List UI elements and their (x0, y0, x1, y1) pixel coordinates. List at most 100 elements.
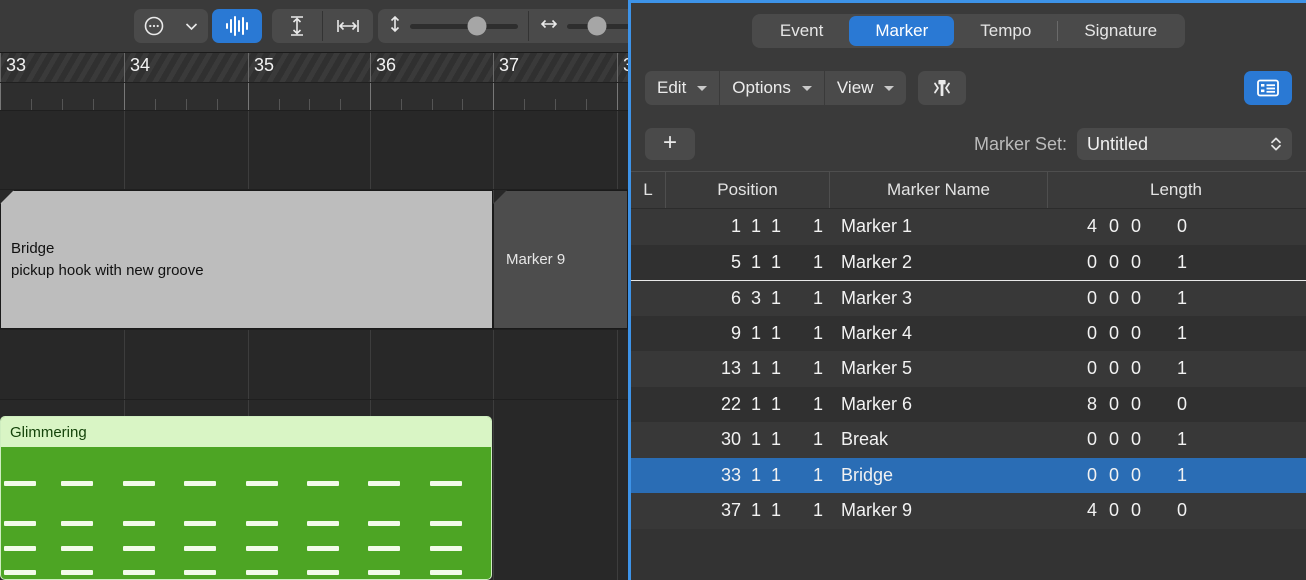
cell-marker-name[interactable]: Marker 9 (829, 500, 1047, 521)
position-beat-value: 1 (741, 216, 761, 237)
track-lanes[interactable]: Bridge pickup hook with new groove Marke… (0, 110, 628, 580)
marker-list-editor: Event Marker Tempo Signature Edit Opti (628, 0, 1306, 580)
cell-position[interactable]: 5111 (665, 252, 829, 273)
cell-position[interactable]: 6311 (665, 288, 829, 309)
lane-divider (0, 399, 628, 400)
midi-note (430, 521, 462, 526)
add-marker-button[interactable]: + (645, 128, 695, 160)
menu-options[interactable]: Options (720, 71, 824, 105)
cell-position[interactable]: 1111 (665, 216, 829, 237)
cell-position[interactable]: 13111 (665, 358, 829, 379)
table-row[interactable]: 1111Marker 14000 (631, 209, 1306, 245)
position-bar-value: 5 (717, 252, 741, 273)
cell-marker-name[interactable]: Marker 4 (829, 323, 1047, 344)
cell-length[interactable]: 0001 (1047, 323, 1304, 344)
app-root: 33 34 35 36 37 3 (0, 0, 1306, 580)
vertical-zoom-slider[interactable] (378, 9, 528, 43)
list-view-button[interactable] (1244, 71, 1292, 105)
circle-ellipsis-icon[interactable] (134, 9, 174, 43)
cell-marker-name[interactable]: Marker 5 (829, 358, 1047, 379)
cell-position[interactable]: 37111 (665, 500, 829, 521)
vertical-slider-knob[interactable] (467, 17, 486, 36)
table-row[interactable]: 9111Marker 40001 (631, 316, 1306, 352)
horizontal-zoom-slider[interactable] (529, 9, 628, 43)
position-bar-value: 1 (717, 216, 741, 237)
cell-length[interactable]: 4000 (1047, 216, 1304, 237)
beat-tick (555, 99, 556, 110)
midi-note (184, 521, 216, 526)
cell-length[interactable]: 8000 (1047, 394, 1304, 415)
cell-marker-name[interactable]: Marker 1 (829, 216, 1047, 237)
horizontal-slider-knob[interactable] (588, 17, 607, 36)
bar-number: 35 (250, 56, 274, 74)
ruler-subdivision-strip[interactable] (0, 83, 628, 110)
table-row[interactable]: 13111Marker 50001 (631, 351, 1306, 387)
marker-set-row: + Marker Set: Untitled (631, 117, 1306, 171)
cell-length[interactable]: 0001 (1047, 358, 1304, 379)
tab-tempo[interactable]: Tempo (954, 16, 1057, 46)
horizontal-slider-track[interactable] (567, 24, 628, 29)
bar-subtick (493, 83, 494, 110)
midi-note (246, 481, 278, 486)
marker-region-marker-9[interactable]: Marker 9 (493, 190, 628, 329)
table-row[interactable]: 37111Marker 94000 (631, 493, 1306, 529)
cell-marker-name[interactable]: Break (829, 429, 1047, 450)
vertical-arrows-icon (388, 14, 402, 39)
arrange-toolbar (0, 0, 628, 52)
cell-length[interactable]: 0001 (1047, 465, 1304, 486)
length-a-value: 0 (1075, 288, 1097, 309)
cell-length[interactable]: 4000 (1047, 500, 1304, 521)
tab-event[interactable]: Event (754, 16, 849, 46)
length-b-value: 0 (1097, 252, 1119, 273)
marker-region-subtitle: pickup hook with new groove (11, 260, 492, 282)
bar-ruler[interactable]: 33 34 35 36 37 3 (0, 52, 628, 110)
midi-note-canvas[interactable] (1, 447, 491, 579)
catch-playhead-button[interactable] (918, 71, 966, 105)
column-header-name[interactable]: Marker Name (829, 172, 1047, 208)
cell-position[interactable]: 9111 (665, 323, 829, 344)
cell-marker-name[interactable]: Marker 3 (829, 288, 1047, 309)
lane-divider (0, 329, 628, 330)
cell-length[interactable]: 0001 (1047, 252, 1304, 273)
position-div-value: 1 (761, 216, 781, 237)
ruler-hatch-strip[interactable]: 33 34 35 36 37 3 (0, 53, 628, 83)
table-row[interactable]: 33111Bridge0001 (631, 458, 1306, 494)
chevron-down-icon[interactable] (174, 9, 208, 43)
waveform-icon (224, 15, 250, 37)
cell-marker-name[interactable]: Bridge (829, 465, 1047, 486)
cell-position[interactable]: 22111 (665, 394, 829, 415)
table-row[interactable]: 5111Marker 20001 (631, 245, 1306, 281)
midi-region-glimmering[interactable]: Glimmering (0, 416, 492, 580)
table-row[interactable]: 22111Marker 68000 (631, 387, 1306, 423)
vertical-slider-track[interactable] (410, 24, 518, 29)
midi-note (368, 546, 400, 551)
table-row[interactable]: 30111Break0001 (631, 422, 1306, 458)
position-div-value: 1 (761, 500, 781, 521)
marker-set-popup[interactable]: Untitled (1077, 128, 1292, 160)
cell-position[interactable]: 33111 (665, 465, 829, 486)
column-header-length[interactable]: Length (1047, 172, 1304, 208)
tab-signature[interactable]: Signature (1058, 16, 1183, 46)
position-div-value: 1 (761, 429, 781, 450)
bar-number: 34 (126, 56, 150, 74)
cell-length[interactable]: 0001 (1047, 429, 1304, 450)
chevron-updown-icon (1270, 136, 1282, 152)
vertical-resize-icon[interactable] (272, 9, 322, 43)
menu-options-label: Options (732, 78, 791, 98)
cell-marker-name[interactable]: Marker 2 (829, 252, 1047, 273)
midi-note (307, 546, 339, 551)
cell-position[interactable]: 30111 (665, 429, 829, 450)
tab-marker[interactable]: Marker (849, 16, 954, 46)
cell-marker-name[interactable]: Marker 6 (829, 394, 1047, 415)
cell-length[interactable]: 0001 (1047, 288, 1304, 309)
fit-horizontal-icon[interactable] (323, 9, 373, 43)
menu-view[interactable]: View (825, 71, 907, 105)
column-header-position[interactable]: Position (665, 172, 829, 208)
waveform-icon-button[interactable] (212, 9, 262, 43)
marker-table-body[interactable]: 1111Marker 140005111Marker 200016311Mark… (631, 209, 1306, 580)
marker-region-bridge[interactable]: Bridge pickup hook with new groove (0, 190, 493, 329)
beat-tick (309, 99, 310, 110)
column-header-lock[interactable]: L (631, 172, 665, 208)
menu-edit[interactable]: Edit (645, 71, 719, 105)
table-row[interactable]: 6311Marker 30001 (631, 280, 1306, 316)
